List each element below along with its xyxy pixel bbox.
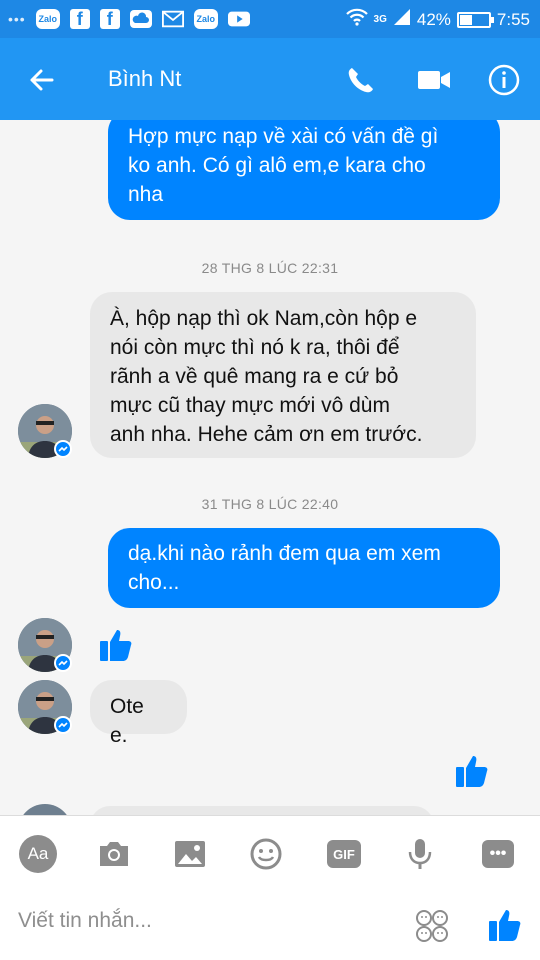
back-button[interactable] (22, 60, 62, 100)
contact-name[interactable]: Bình Nt (108, 66, 181, 92)
gif-button[interactable]: GIF (324, 834, 364, 874)
status-bar: ••• Zalo f f Zalo 3G 42% 7:55 (0, 0, 540, 38)
battery-percent: 42% (416, 9, 451, 29)
message-line: anh nha. Hehe cảm ơn em trước. (110, 423, 423, 446)
message-line: ko anh. Có gì alô em,e kara cho (128, 154, 426, 177)
more-notifications-icon: ••• (8, 11, 26, 27)
camera-icon (100, 842, 128, 866)
notification-icons: ••• Zalo f f Zalo (8, 8, 250, 30)
thumbs-up-icon (456, 756, 488, 787)
conversation-header: Bình Nt (0, 38, 540, 120)
facebook-notification-icon-2: f (99, 9, 120, 29)
voice-call-button[interactable] (340, 60, 380, 100)
facebook-notification-icon: f (69, 9, 90, 29)
video-camera-icon (418, 71, 450, 89)
video-call-button[interactable] (412, 60, 456, 100)
microphone-icon (408, 839, 432, 869)
gmail-icon (161, 8, 184, 30)
message-input[interactable]: Viết tin nhắn... (18, 909, 398, 945)
emoji-icon (250, 838, 282, 870)
back-arrow-icon (30, 69, 54, 91)
emoji-button[interactable] (246, 834, 286, 874)
message-timestamp: 28 THG 8 LÚC 22:31 (201, 260, 339, 276)
more-icon: ••• (482, 840, 514, 868)
incoming-message-bubble[interactable] (90, 806, 434, 815)
signal-icon (393, 8, 411, 31)
outgoing-message-bubble[interactable]: dạ.khi nào rảnh đem qua em xem cho... (108, 528, 500, 608)
messenger-badge-icon (54, 440, 72, 458)
cloud-icon (129, 8, 152, 30)
info-icon (488, 64, 520, 96)
outgoing-message-bubble[interactable]: Hợp mực nạp về xài có vấn đề gì ko anh. … (108, 120, 500, 220)
more-options-button[interactable]: ••• (478, 834, 518, 874)
gif-label: GIF (327, 840, 361, 868)
contact-avatar[interactable] (18, 804, 72, 815)
zalo-notification-icon-2: Zalo (193, 9, 218, 29)
message-line: dạ.khi nào rảnh đem qua em xem (128, 542, 441, 565)
gallery-button[interactable] (170, 834, 210, 874)
network-type: 3G (373, 14, 387, 25)
incoming-message-bubble[interactable]: À, hộp nạp thì ok Nam,còn hộp e nói còn … (90, 292, 476, 458)
emoji-picker-button[interactable] (414, 908, 450, 944)
phone-icon (348, 68, 373, 93)
conversation-info-button[interactable] (484, 60, 524, 100)
system-status: 3G 42% 7:55 (345, 8, 530, 31)
messenger-badge-icon (54, 654, 72, 672)
emoji-faces-icon (416, 910, 448, 942)
clock: 7:55 (496, 9, 530, 29)
send-like-button[interactable] (486, 904, 524, 944)
message-timestamp: 31 THG 8 LÚC 22:40 (201, 496, 339, 512)
message-line: nha (128, 183, 164, 206)
battery-icon (456, 11, 494, 28)
wifi-icon (345, 8, 368, 31)
image-icon (175, 841, 205, 867)
message-line: Ote e. (110, 695, 144, 747)
messenger-badge-icon (54, 716, 72, 734)
voice-message-button[interactable] (400, 834, 440, 874)
thumbs-up-icon (100, 630, 132, 661)
message-line: À, hộp nạp thì ok Nam,còn hộp e (110, 307, 418, 330)
message-composer: Aa GIF ••• Viết tin nhắn... (0, 815, 540, 960)
message-line: mực cũ thay mực mới vô dùm (110, 394, 390, 417)
text-format-button[interactable]: Aa (18, 834, 58, 874)
message-thread[interactable]: Hợp mực nạp về xài có vấn đề gì ko anh. … (0, 120, 540, 815)
outgoing-like-sticker[interactable] (454, 750, 490, 790)
message-line: rãnh a về quê mang ra e cứ bỏ (110, 365, 399, 388)
youtube-icon (227, 8, 250, 30)
zalo-notification-icon: Zalo (35, 9, 60, 29)
incoming-message-bubble[interactable]: Ote e. (90, 680, 187, 747)
incoming-like-sticker[interactable] (98, 624, 134, 664)
message-line: Hợp mực nạp về xài có vấn đề gì (128, 125, 439, 148)
message-line: nói còn mực thì nó k ra, thôi để (110, 336, 400, 359)
thumbs-up-icon (489, 910, 521, 941)
aa-label: Aa (19, 835, 57, 873)
camera-button[interactable] (94, 834, 134, 874)
battery-fill (459, 14, 472, 25)
message-line: cho... (128, 571, 180, 594)
